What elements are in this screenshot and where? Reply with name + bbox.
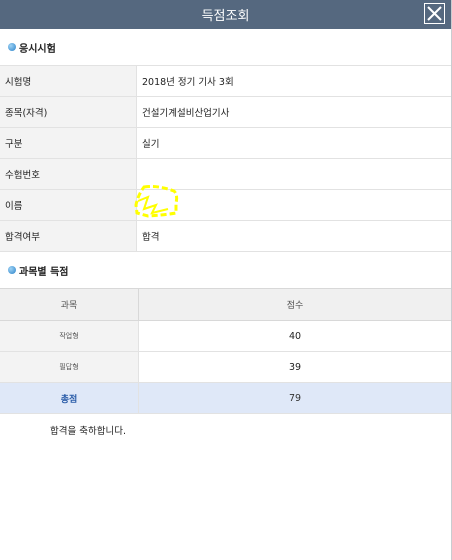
qualification-value: 건설기계설비산업기사 xyxy=(136,96,451,128)
score-section-title: 과목별 득점 xyxy=(19,266,69,278)
table-row: 합격여부 합격 xyxy=(0,220,451,252)
qualification-label: 종목(자격) xyxy=(0,96,137,128)
score-table: 과목 점수 작업형 40 필답형 39 총점 79 xyxy=(0,288,451,414)
score-cell: 39 xyxy=(138,351,451,383)
result-window: 득점조회 응시시험 시험명 2018년 정기 기사 3회 종목(자격) 건설기계… xyxy=(0,0,452,560)
exam-number-label: 수험번호 xyxy=(0,158,137,190)
score-section-header: 과목별 득점 xyxy=(0,252,451,288)
table-row: 작업형 40 xyxy=(0,320,451,352)
total-row: 총점 79 xyxy=(0,382,451,414)
table-row: 이름 xyxy=(0,189,451,221)
bullet-icon xyxy=(8,43,16,51)
score-column-header: 점수 xyxy=(138,288,451,321)
pass-status-value: 합격 xyxy=(136,220,451,252)
subject-cell: 작업형 xyxy=(0,320,139,352)
total-label: 총점 xyxy=(0,382,139,414)
close-icon xyxy=(427,6,442,21)
exam-name-label: 시험명 xyxy=(0,65,137,97)
exam-section-title: 응시시험 xyxy=(19,43,56,55)
highlight-mark xyxy=(134,185,179,218)
table-header-row: 과목 점수 xyxy=(0,288,451,321)
exam-info-table: 시험명 2018년 정기 기사 3회 종목(자격) 건설기계설비산업기사 구분 … xyxy=(0,65,451,252)
pass-status-label: 합격여부 xyxy=(0,220,137,252)
table-row: 필답형 39 xyxy=(0,351,451,383)
score-cell: 40 xyxy=(138,320,451,352)
close-button[interactable] xyxy=(424,3,445,24)
window-title: 득점조회 xyxy=(201,9,250,24)
name-label: 이름 xyxy=(0,189,137,221)
title-bar: 득점조회 xyxy=(0,0,451,29)
table-row: 구분 실기 xyxy=(0,127,451,159)
exam-number-value xyxy=(136,158,451,190)
name-value xyxy=(136,189,451,221)
table-row: 수험번호 xyxy=(0,158,451,190)
congratulations-message: 합격을 축하합니다. xyxy=(0,414,451,437)
bullet-icon xyxy=(8,266,16,274)
total-score: 79 xyxy=(138,382,451,414)
subject-cell: 필답형 xyxy=(0,351,139,383)
category-value: 실기 xyxy=(136,127,451,159)
exam-name-value: 2018년 정기 기사 3회 xyxy=(136,65,451,97)
message-text: 합격을 축하합니다. xyxy=(50,426,126,437)
table-row: 시험명 2018년 정기 기사 3회 xyxy=(0,65,451,97)
exam-section-header: 응시시험 xyxy=(0,29,451,65)
table-row: 종목(자격) 건설기계설비산업기사 xyxy=(0,96,451,128)
subject-column-header: 과목 xyxy=(0,288,139,321)
category-label: 구분 xyxy=(0,127,137,159)
